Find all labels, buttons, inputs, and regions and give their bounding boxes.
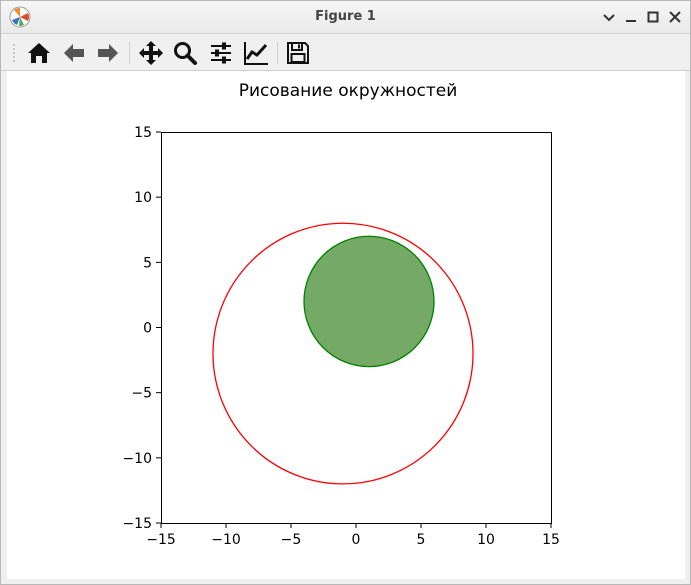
y-tick-label: −5 (131, 386, 152, 402)
zoom-icon[interactable] (171, 39, 199, 67)
y-tick-label: 10 (134, 190, 152, 206)
figure-window: Figure 1 Рисование окружностей −15 −10 −… (0, 0, 691, 585)
x-tick-label: −10 (211, 532, 241, 548)
toolbar-grip-icon[interactable] (12, 42, 18, 64)
circles-layer (212, 222, 474, 485)
y-tick-label: 0 (143, 321, 152, 337)
x-tick-label: 0 (352, 532, 361, 548)
minimize-icon[interactable] (621, 7, 641, 27)
chart-title: Рисование окружностей (239, 81, 458, 101)
y-tick-label: 15 (134, 125, 152, 141)
back-arrow-icon[interactable] (60, 39, 88, 67)
y-tick-label: 5 (143, 255, 152, 271)
plot-figure: Рисование окружностей −15 −10 −5 0 5 10 15 −15… (122, 81, 560, 548)
edit-axis-icon[interactable] (242, 39, 270, 67)
y-axis-ticks: −15 −10 −5 0 5 10 15 (122, 125, 161, 532)
x-tick-label: 15 (542, 532, 560, 548)
x-tick-label: −5 (281, 532, 302, 548)
toolbar-separator (129, 42, 130, 64)
title-bar[interactable]: Figure 1 (1, 1, 690, 34)
navigation-toolbar (1, 34, 690, 71)
subplots-icon[interactable] (207, 39, 235, 67)
x-tick-label: 5 (417, 532, 426, 548)
window-title: Figure 1 (315, 9, 376, 24)
x-tick-label: 10 (477, 532, 495, 548)
x-tick-label: −15 (146, 532, 176, 548)
window-menu-chevron-icon[interactable] (599, 7, 619, 27)
figure-canvas[interactable]: Рисование окружностей −15 −10 −5 0 5 10 15 −15… (7, 71, 685, 579)
save-icon[interactable] (284, 39, 312, 67)
x-axis-ticks: −15 −10 −5 0 5 10 15 (146, 523, 560, 548)
home-icon[interactable] (25, 39, 53, 67)
close-icon[interactable] (665, 7, 685, 27)
y-tick-label: −15 (122, 516, 152, 532)
pan-icon[interactable] (137, 39, 165, 67)
forward-arrow-icon[interactable] (94, 39, 122, 67)
maximize-icon[interactable] (643, 7, 663, 27)
toolbar-separator (277, 42, 278, 64)
y-tick-label: −10 (122, 451, 152, 467)
filled-green-circle (303, 235, 435, 368)
